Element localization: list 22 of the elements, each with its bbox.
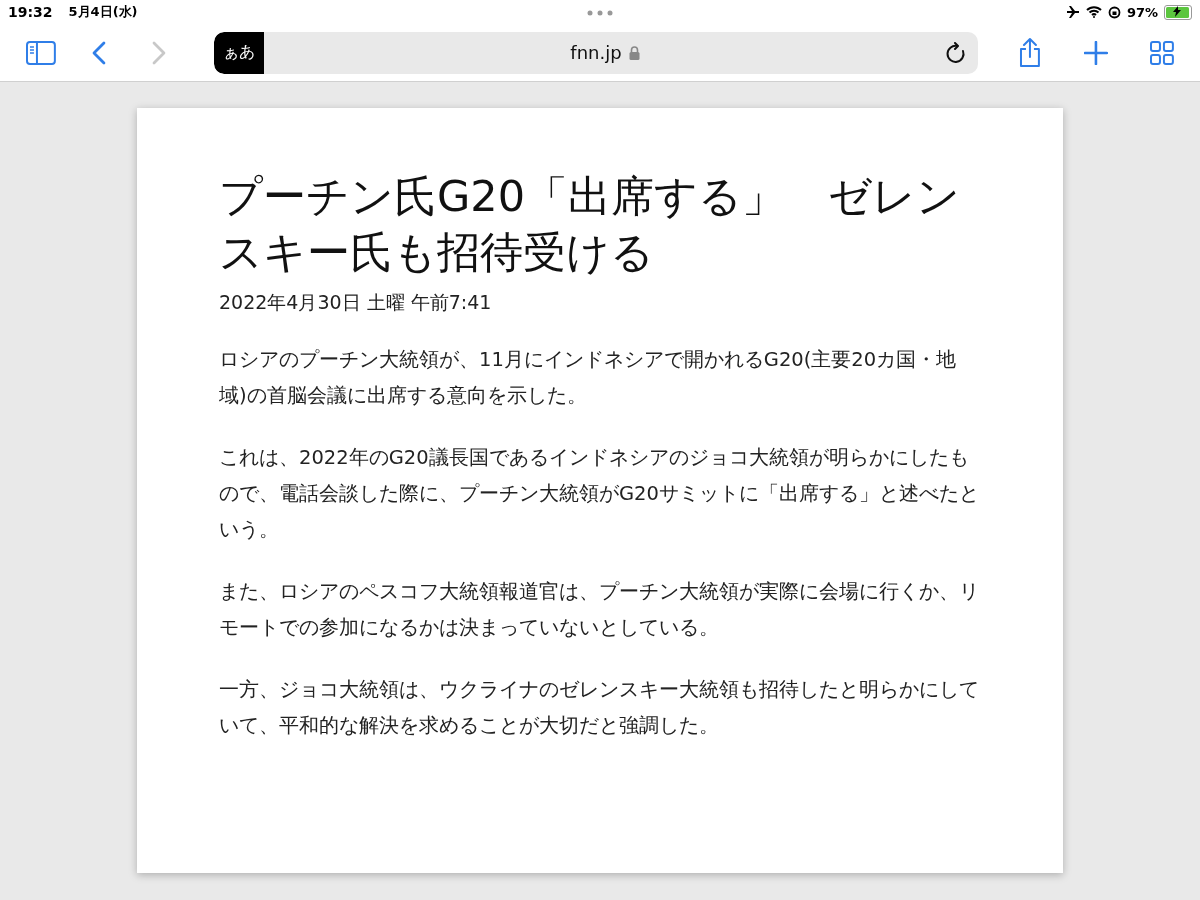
rotation-lock-icon — [1107, 5, 1121, 19]
airplane-icon — [1065, 5, 1080, 19]
multitasking-dots-icon[interactable] — [587, 10, 613, 16]
article-paragraph: これは、2022年のG20議長国であるインドネシアのジョコ大統領が明らかにしたもので、電話会談した際に、プーチン大統領がG20サミットに「出席する」と述べたという。 — [219, 445, 980, 543]
battery-percentage: 97% — [1126, 4, 1158, 20]
address-bar[interactable]: ぁあ fnn.jp — [213, 31, 979, 74]
article-paragraph: ロシアのプーチン大統領が、11月にインドネシアで開かれるG20(主要20カ国・地域)の首脳会議に出席する意向を示した。 — [219, 347, 958, 409]
tabs-grid-icon[interactable] — [1150, 40, 1174, 65]
share-icon[interactable] — [1018, 37, 1043, 68]
reload-icon[interactable] — [946, 41, 967, 64]
article-paragraph: 一方、ジョコ大統領は、ウクライナのゼレンスキー大統領も招待したと明らかにしていて、平和的な解決を求めることが大切だと強調した。 — [219, 677, 980, 739]
article-date: 2022年4月30日 土曜 午前7:41 — [219, 290, 493, 315]
back-icon[interactable] — [91, 40, 106, 65]
status-time: 19:32 — [8, 4, 53, 20]
reader-button[interactable]: ぁあ — [213, 31, 264, 74]
article-paragraph: また、ロシアのペスコフ大統領報道官は、プーチン大統領が実際に会場に行くか、リモートでの参加になるかは決まっていないとしている。 — [219, 579, 980, 641]
wifi-icon — [1085, 6, 1102, 18]
status-date: 5月4日(水) — [68, 3, 138, 21]
url-text: fnn.jp — [570, 42, 622, 63]
plus-icon[interactable] — [1084, 40, 1109, 65]
sidebar-icon[interactable] — [26, 40, 56, 65]
article-title: プーチン氏G20「出席する」 ゼレンスキー氏も招待受ける — [219, 170, 962, 279]
